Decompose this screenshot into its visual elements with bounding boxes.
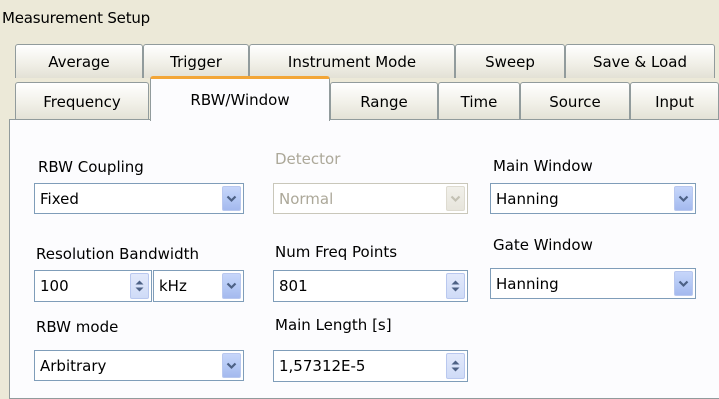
spin-arrows-icon[interactable]	[446, 273, 465, 299]
main-length-label: Main Length [s]	[275, 316, 392, 334]
rbw-mode-value: Arbitrary	[40, 356, 107, 375]
tab-label: Instrument Mode	[287, 52, 417, 71]
tab-rbw-window[interactable]: RBW/Window	[150, 76, 330, 121]
gate-window-value: Hanning	[496, 274, 559, 293]
chevron-down-icon[interactable]	[222, 353, 241, 378]
gate-window-label: Gate Window	[493, 236, 593, 254]
tab-label: RBW/Window	[190, 91, 290, 109]
tab-trigger[interactable]: Trigger	[143, 44, 249, 78]
tab-input[interactable]: Input	[630, 82, 719, 120]
tab-label: Sweep	[485, 52, 535, 71]
tab-label: Input	[655, 92, 694, 111]
spin-arrows-icon[interactable]	[446, 353, 465, 379]
resolution-bandwidth-input[interactable]: 100	[34, 270, 152, 302]
tab-instrument-mode[interactable]: Instrument Mode	[249, 44, 455, 78]
window-title: Measurement Setup	[2, 9, 151, 27]
chevron-down-icon[interactable]	[222, 186, 241, 211]
rbw-coupling-select[interactable]: Fixed	[34, 183, 244, 214]
tab-range[interactable]: Range	[330, 82, 438, 120]
main-window-value: Hanning	[496, 189, 559, 208]
main-window-select[interactable]: Hanning	[490, 183, 696, 214]
main-length-input[interactable]: 1,57312E-5	[273, 350, 468, 382]
main-length-value: 1,57312E-5	[279, 357, 366, 375]
chevron-down-icon	[446, 186, 465, 211]
tab-frequency[interactable]: Frequency	[15, 82, 149, 120]
tab-label: Source	[549, 92, 601, 111]
chevron-down-icon[interactable]	[674, 186, 693, 211]
tab-label: Time	[460, 92, 498, 111]
tab-average[interactable]: Average	[15, 44, 143, 78]
tab-label: Range	[360, 92, 408, 111]
rbw-coupling-value: Fixed	[40, 189, 79, 208]
num-freq-points-value: 801	[279, 277, 308, 295]
chevron-down-icon[interactable]	[674, 271, 693, 296]
rbw-mode-label: RBW mode	[36, 318, 119, 336]
spin-arrows-icon[interactable]	[130, 273, 149, 299]
tab-time[interactable]: Time	[438, 82, 520, 120]
tab-save-load[interactable]: Save & Load	[565, 44, 715, 78]
chevron-down-icon[interactable]	[222, 273, 241, 299]
bandwidth-unit-select[interactable]: kHz	[153, 270, 244, 302]
resolution-bandwidth-label: Resolution Bandwidth	[36, 245, 200, 263]
resolution-bandwidth-value: 100	[40, 277, 69, 295]
rbw-coupling-label: RBW Coupling	[38, 158, 144, 176]
main-window-label: Main Window	[493, 157, 593, 175]
num-freq-points-input[interactable]: 801	[273, 270, 468, 302]
rbw-mode-select[interactable]: Arbitrary	[34, 350, 244, 381]
detector-value: Normal	[279, 189, 334, 208]
gate-window-select[interactable]: Hanning	[490, 268, 696, 299]
bandwidth-unit-value: kHz	[159, 277, 187, 295]
num-freq-points-label: Num Freq Points	[275, 243, 398, 261]
tab-label: Average	[48, 52, 110, 71]
detector-label: Detector	[275, 150, 341, 168]
tab-label: Trigger	[170, 52, 222, 71]
tab-label: Frequency	[43, 92, 121, 111]
tab-label: Save & Load	[592, 52, 688, 71]
tab-sweep[interactable]: Sweep	[455, 44, 565, 78]
detector-select: Normal	[273, 183, 468, 214]
tab-source[interactable]: Source	[520, 82, 630, 120]
